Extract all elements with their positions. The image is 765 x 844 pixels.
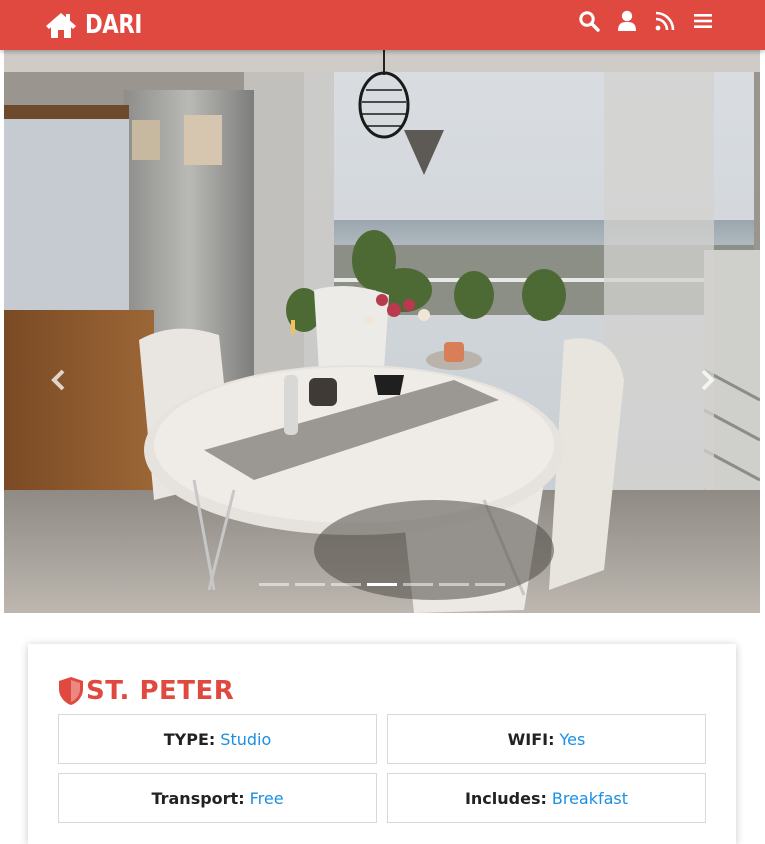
property-title: ST. PETER [58, 676, 234, 706]
carousel-indicators [259, 583, 511, 586]
shield-icon [59, 677, 83, 705]
carousel-indicator[interactable] [439, 583, 469, 586]
home-icon [46, 13, 76, 38]
detail-value-link[interactable]: Yes [560, 730, 586, 749]
detail-transport: Transport: Free [58, 773, 377, 823]
carousel-indicator[interactable] [367, 583, 397, 586]
detail-label: TYPE: [163, 729, 216, 749]
brand-name: DARI [85, 10, 142, 40]
carousel-indicator[interactable] [295, 583, 325, 586]
carousel-indicator[interactable] [259, 583, 289, 586]
photo-carousel[interactable] [4, 50, 760, 613]
detail-value-link[interactable]: Studio [220, 730, 271, 749]
detail-type: TYPE: Studio [58, 714, 377, 764]
chevron-right-icon [701, 369, 715, 391]
detail-label: WIFI: [507, 729, 555, 749]
rss-icon[interactable] [646, 10, 684, 32]
navbar-actions [570, 10, 722, 32]
property-card: ST. PETER TYPE: Studio WIFI: Yes Transpo… [28, 644, 736, 844]
carousel-prev-button[interactable] [49, 368, 69, 392]
search-icon[interactable] [570, 10, 608, 32]
chevron-left-icon [51, 369, 65, 391]
carousel-indicator[interactable] [475, 583, 505, 586]
detail-wifi: WIFI: Yes [387, 714, 706, 764]
property-name: ST. PETER [86, 676, 235, 706]
carousel-photo [4, 50, 760, 613]
carousel-indicator[interactable] [403, 583, 433, 586]
carousel-next-button[interactable] [697, 368, 717, 392]
top-navbar: DARI [0, 0, 765, 50]
user-icon[interactable] [608, 10, 646, 32]
brand-link[interactable]: DARI [45, 9, 154, 41]
detail-includes: Includes: Breakfast [387, 773, 706, 823]
carousel-indicator[interactable] [331, 583, 361, 586]
menu-icon[interactable] [684, 10, 722, 32]
